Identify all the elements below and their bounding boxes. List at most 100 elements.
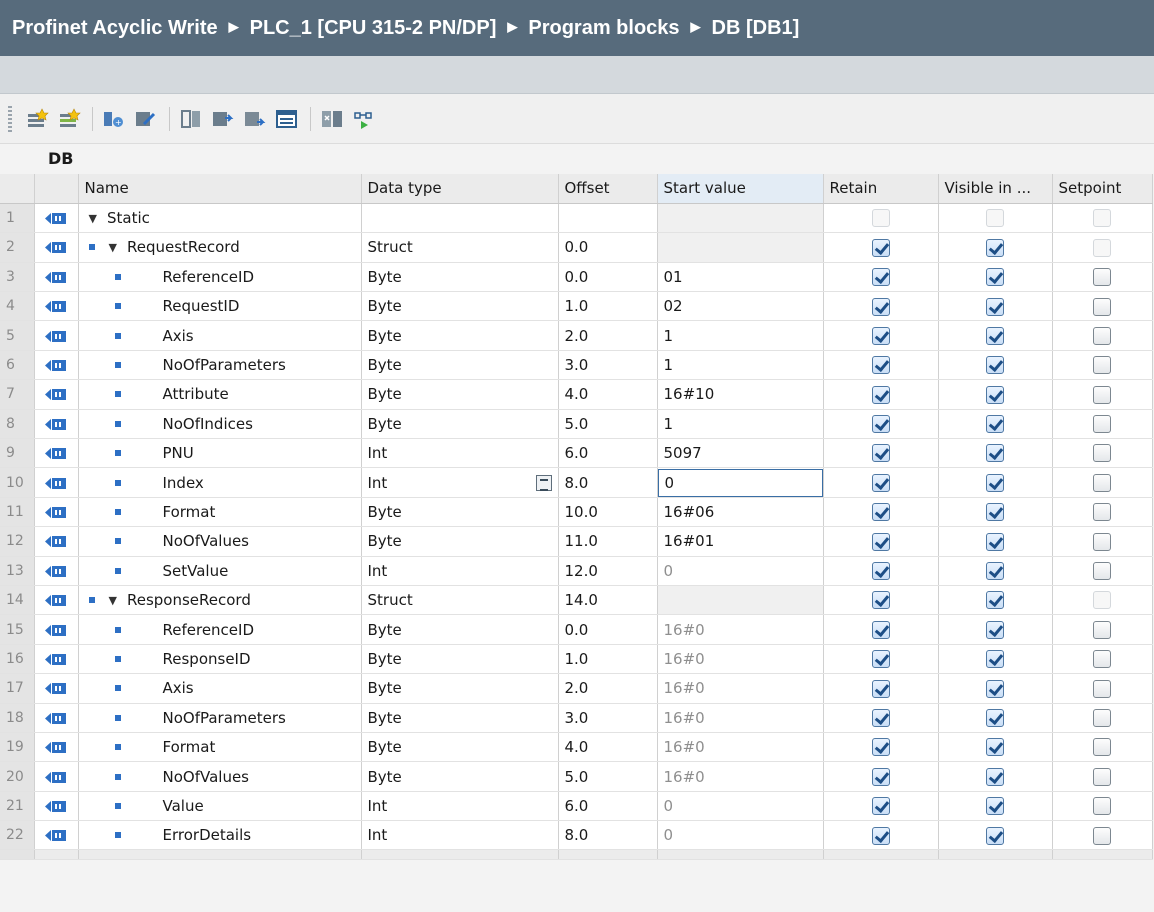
retain-checkbox[interactable] (871, 767, 890, 786)
table-row[interactable]: 5 Axis Byte 2.0 1 (0, 320, 1153, 351)
name-cell[interactable]: NoOfIndices (78, 409, 362, 440)
setpoint-checkbox[interactable] (1093, 326, 1111, 345)
data-type-cell[interactable]: Int (361, 820, 559, 851)
collapse-caret-icon[interactable]: ▼ (109, 594, 117, 607)
retain-checkbox[interactable] (871, 650, 890, 669)
setpoint-checkbox[interactable] (1093, 797, 1111, 816)
start-value-cell[interactable] (657, 232, 824, 263)
name-cell[interactable]: ReferenceID (78, 614, 362, 645)
visible-cell[interactable] (938, 526, 1053, 557)
visible-cell[interactable] (938, 673, 1053, 704)
table-row[interactable]: 19 Format Byte 4.0 16#0 (0, 732, 1153, 763)
start-value-input[interactable]: 0 (657, 468, 822, 497)
visible-cell[interactable] (938, 556, 1053, 586)
table-row[interactable]: 7 Attribute Byte 4.0 16#10 (0, 379, 1153, 410)
start-value-cell[interactable]: 02 (657, 291, 824, 322)
column-header-retain[interactable]: Retain (823, 174, 939, 204)
load-start-values-icon[interactable] (272, 104, 302, 134)
retain-cell[interactable] (823, 644, 939, 675)
name-cell[interactable]: NoOfParameters (78, 703, 362, 733)
visible-checkbox[interactable] (986, 444, 1004, 463)
visible-cell[interactable] (938, 703, 1053, 733)
data-type-cell[interactable]: Byte (361, 291, 559, 322)
setpoint-checkbox[interactable] (1093, 503, 1111, 522)
visible-cell[interactable] (938, 732, 1053, 763)
data-type-cell[interactable]: Byte (361, 644, 559, 675)
start-value-cell[interactable]: 16#0 (657, 761, 824, 792)
setpoint-cell[interactable] (1052, 703, 1153, 733)
retain-checkbox[interactable] (871, 562, 890, 581)
start-value-cell[interactable]: 1 (657, 409, 824, 440)
start-value-cell[interactable] (657, 585, 824, 616)
start-value-cell[interactable]: 0 (657, 820, 824, 851)
retain-cell[interactable] (823, 761, 939, 792)
retain-cell[interactable] (823, 703, 939, 733)
data-type-cell[interactable]: Byte (361, 350, 559, 381)
setpoint-cell[interactable] (1052, 673, 1153, 704)
visible-checkbox[interactable] (986, 297, 1004, 316)
retain-cell[interactable] (823, 497, 939, 528)
visible-cell[interactable] (938, 379, 1053, 410)
setpoint-cell[interactable] (1052, 791, 1153, 822)
visible-checkbox[interactable] (986, 797, 1004, 816)
visible-checkbox[interactable] (986, 591, 1004, 610)
start-value-cell[interactable]: 0 (657, 791, 824, 822)
retain-cell[interactable] (823, 350, 939, 381)
toolbar-grip[interactable] (8, 105, 12, 132)
data-type-cell[interactable]: Byte (361, 497, 559, 528)
table-row[interactable]: 20 NoOfValues Byte 5.0 16#0 (0, 761, 1153, 792)
name-cell[interactable]: Attribute (78, 379, 362, 410)
visible-checkbox[interactable] (986, 767, 1004, 786)
setpoint-checkbox[interactable] (1093, 650, 1111, 669)
visible-checkbox[interactable] (986, 385, 1004, 404)
visible-cell[interactable] (938, 467, 1053, 498)
retain-checkbox[interactable] (871, 209, 890, 228)
setpoint-cell[interactable] (1052, 761, 1153, 792)
type-browse-icon[interactable] (535, 474, 552, 491)
visible-checkbox[interactable] (986, 532, 1004, 551)
start-value-cell[interactable]: 1 (657, 320, 824, 351)
name-cell[interactable]: Axis (78, 320, 362, 351)
setpoint-checkbox[interactable] (1093, 708, 1111, 727)
visible-checkbox[interactable] (986, 473, 1004, 492)
name-cell[interactable]: NoOfParameters (78, 350, 362, 381)
setpoint-cell[interactable] (1052, 497, 1153, 528)
visible-checkbox[interactable] (986, 562, 1004, 581)
data-type-cell[interactable]: Byte (361, 761, 559, 792)
retain-checkbox[interactable] (871, 268, 890, 287)
retain-checkbox[interactable] (871, 738, 890, 757)
retain-checkbox[interactable] (871, 826, 890, 845)
data-type-cell[interactable]: Byte (361, 409, 559, 440)
breadcrumb-project[interactable]: Profinet Acyclic Write (12, 17, 218, 40)
start-value-cell[interactable]: 16#0 (657, 644, 824, 675)
visible-cell[interactable] (938, 320, 1053, 351)
visible-checkbox[interactable] (986, 826, 1004, 845)
table-row[interactable]: 9 PNU Int 6.0 5097 (0, 438, 1153, 469)
setpoint-cell[interactable] (1052, 262, 1153, 293)
setpoint-cell[interactable] (1052, 438, 1153, 469)
name-cell[interactable]: ▼ ResponseRecord (78, 585, 362, 616)
visible-cell[interactable] (938, 585, 1053, 616)
visible-cell[interactable] (938, 203, 1053, 234)
data-type-cell[interactable]: Byte (361, 614, 559, 645)
start-value-cell[interactable]: 0 (657, 556, 824, 586)
visible-checkbox[interactable] (986, 326, 1004, 345)
retain-cell[interactable] (823, 438, 939, 469)
retain-checkbox[interactable] (871, 473, 890, 492)
setpoint-checkbox[interactable] (1093, 238, 1111, 257)
retain-checkbox[interactable] (871, 620, 890, 639)
retain-checkbox[interactable] (871, 415, 890, 434)
table-row[interactable]: 1 ▼ Static (0, 203, 1153, 234)
name-cell[interactable]: NoOfValues (78, 526, 362, 557)
setpoint-cell[interactable] (1052, 467, 1153, 498)
insert-row-icon[interactable] (22, 104, 52, 134)
setpoint-cell[interactable] (1052, 350, 1153, 381)
retain-cell[interactable] (823, 262, 939, 293)
data-type-cell[interactable]: Byte (361, 703, 559, 733)
data-type-cell[interactable]: Struct (361, 232, 559, 263)
table-row[interactable]: 14 ▼ ResponseRecord Struct 14.0 (0, 585, 1153, 616)
retain-cell[interactable] (823, 526, 939, 557)
visible-cell[interactable] (938, 614, 1053, 645)
visible-checkbox[interactable] (986, 209, 1004, 228)
name-cell[interactable]: Format (78, 732, 362, 763)
